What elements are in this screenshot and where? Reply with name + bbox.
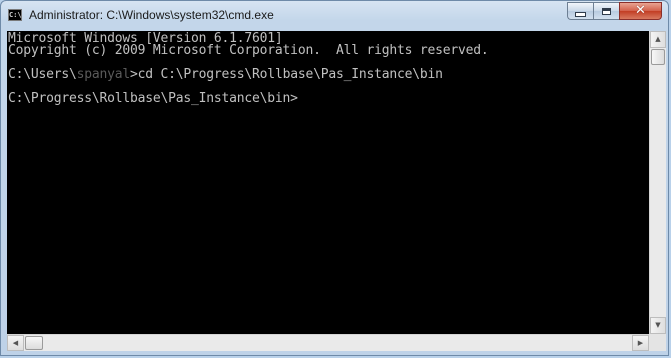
- chevron-up-icon: ▲: [655, 35, 661, 43]
- maximize-button[interactable]: [593, 2, 619, 20]
- vertical-scroll-thumb[interactable]: [651, 49, 665, 65]
- cmd-window: C:\ Administrator: C:\Windows\system32\c…: [0, 0, 669, 356]
- horizontal-scroll-thumb[interactable]: [25, 336, 43, 350]
- console-output[interactable]: Microsoft Windows [Version 6.1.7601] Cop…: [7, 31, 649, 334]
- window-title: Administrator: C:\Windows\system32\cmd.e…: [29, 8, 274, 22]
- console-line-copyright: Copyright (c) 2009 Microsoft Corporation…: [8, 43, 489, 58]
- redacted-username: spanyal: [76, 67, 131, 82]
- console-line-current-prompt: C:\Progress\Rollbase\Pas_Instance\bin>: [8, 91, 298, 106]
- vertical-scrollbar[interactable]: ▲ ▼: [649, 31, 666, 334]
- minimize-button[interactable]: [567, 2, 593, 20]
- title-bar[interactable]: C:\ Administrator: C:\Windows\system32\c…: [1, 1, 668, 31]
- minimize-icon: [575, 11, 586, 17]
- close-icon: ✕: [635, 3, 646, 18]
- console-text: Microsoft Windows [Version 6.1.7601] Cop…: [7, 31, 649, 105]
- maximize-icon: [602, 7, 611, 15]
- close-button[interactable]: ✕: [619, 2, 662, 20]
- chevron-right-icon: ▶: [637, 339, 644, 347]
- chevron-down-icon: ▼: [655, 321, 661, 329]
- console-line-prompt-prefix: C:\Users\: [8, 67, 77, 82]
- scroll-up-button[interactable]: ▲: [650, 31, 666, 48]
- horizontal-scrollbar[interactable]: ◀ ▶: [7, 334, 649, 351]
- chevron-left-icon: ◀: [12, 339, 19, 347]
- scroll-right-button[interactable]: ▶: [632, 335, 649, 351]
- scroll-left-button[interactable]: ◀: [7, 335, 24, 351]
- cmd-app-icon[interactable]: C:\: [8, 9, 22, 21]
- scrollbar-corner: [649, 334, 666, 351]
- caption-buttons: ✕: [567, 2, 662, 21]
- console-line-command: >cd C:\Progress\Rollbase\Pas_Instance\bi…: [130, 67, 443, 82]
- scroll-down-button[interactable]: ▼: [650, 317, 666, 334]
